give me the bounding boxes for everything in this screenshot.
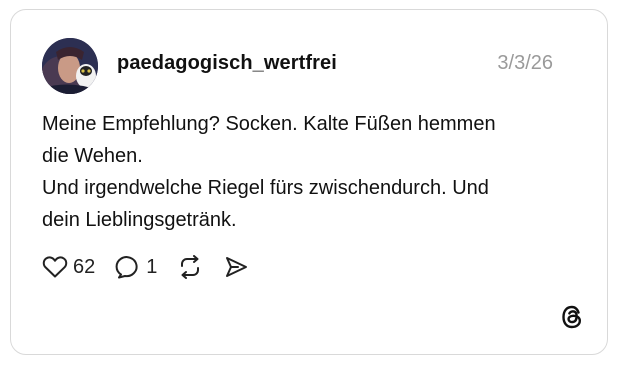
reply-button[interactable]: 1: [115, 255, 157, 279]
action-bar: 62 1: [42, 252, 269, 282]
post-text-line: Und irgendwelche Riegel fürs zwischendur…: [42, 177, 489, 199]
post-card: paedagogisch_wertfrei 3/3/26 Meine Empfe…: [10, 9, 608, 355]
reply-count: 1: [146, 255, 158, 278]
post-text-line: Meine Empfehlung? Socken. Kalte Füßen he…: [42, 113, 496, 135]
threads-logo-icon[interactable]: [559, 304, 585, 330]
avatar[interactable]: [42, 38, 98, 94]
post-date[interactable]: 3/3/26: [497, 52, 553, 75]
speech-bubble-icon: [115, 256, 138, 279]
username[interactable]: paedagogisch_wertfrei: [117, 52, 337, 75]
like-button[interactable]: 62: [42, 255, 95, 279]
avatar-image: [42, 38, 98, 94]
post-text-line: dein Lieblingsgetränk.: [42, 209, 237, 231]
like-count: 62: [73, 255, 96, 278]
share-button[interactable]: [223, 255, 249, 279]
repost-button[interactable]: [177, 255, 203, 279]
repost-icon: [181, 255, 200, 279]
post-text: Meine Empfehlung? Socken. Kalte Füßen he…: [42, 108, 582, 236]
post-text-line: die Wehen.: [42, 145, 143, 167]
send-icon: [226, 257, 248, 277]
heart-icon: [42, 256, 68, 278]
